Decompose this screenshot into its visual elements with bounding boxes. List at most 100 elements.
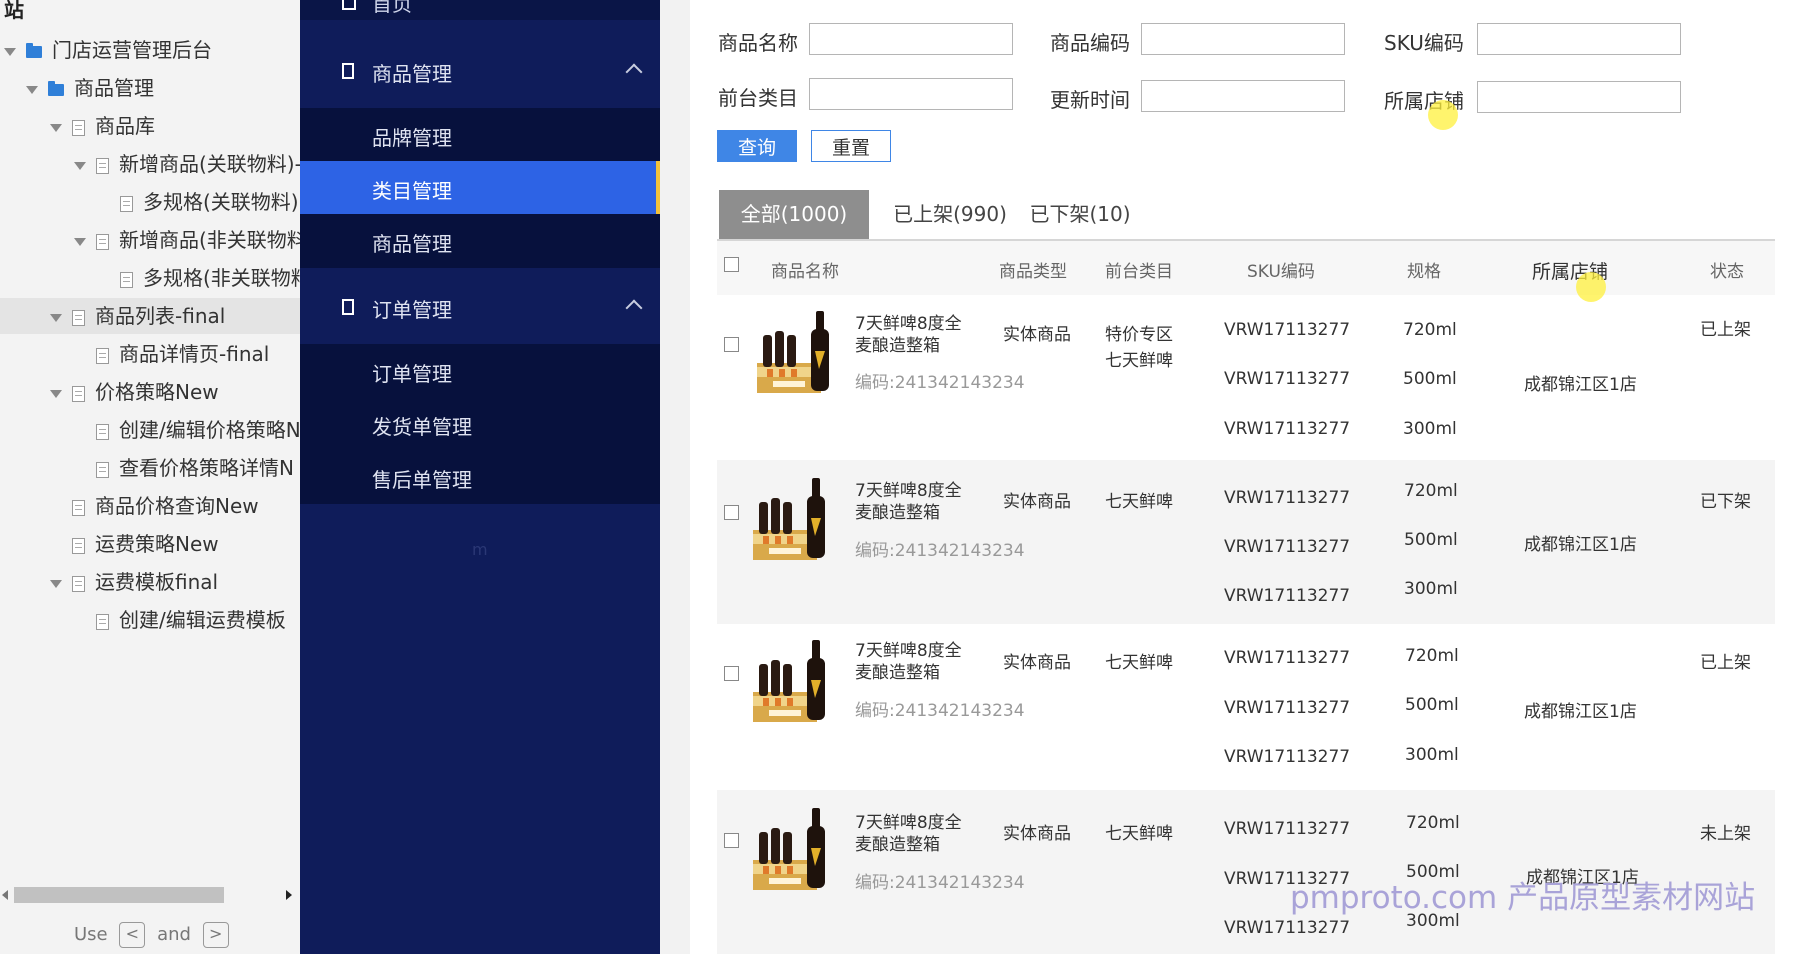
row-checkbox[interactable] — [724, 666, 739, 681]
table-header: 商品名称 商品类型 前台类目 SKU编码 规格 所属店铺 状态 — [717, 241, 1775, 295]
tab-off-shelf[interactable]: 已下架(10) — [1024, 190, 1136, 239]
sku-code-input[interactable] — [1477, 23, 1681, 55]
header-sku: SKU编码 — [1247, 262, 1315, 282]
page-icon — [96, 157, 109, 174]
query-button[interactable]: 查询 — [717, 130, 797, 162]
nav-group-product-mgmt[interactable]: 商品管理 — [300, 38, 660, 102]
product-name-line2: 麦酿造整箱 — [855, 503, 940, 523]
expand-arrow-icon[interactable] — [50, 123, 62, 132]
sku-code: VRW17113277 — [1224, 537, 1351, 557]
tree-node-price-query[interactable]: 商品价格查询New — [50, 488, 259, 524]
tree-node-add-product-unlinked[interactable]: 新增商品(非关联物料 — [74, 222, 300, 258]
tree-node-product-list-final[interactable]: 商品列表-final — [0, 298, 300, 334]
tree-node-freight-template[interactable]: 运费模板final — [50, 564, 218, 600]
nav-item-order-mgmt[interactable]: 订单管理 — [300, 344, 660, 398]
expand-arrow-icon[interactable] — [50, 313, 62, 322]
spec-value: 300ml — [1405, 745, 1459, 765]
expand-arrow-icon[interactable] — [50, 579, 62, 588]
product-code: 编码:241342143234 — [855, 541, 1025, 561]
product-name-input[interactable] — [809, 23, 1013, 55]
nav-item-brand-mgmt[interactable]: 品牌管理 — [300, 108, 660, 162]
page-icon — [96, 423, 109, 440]
tree-node-label: 商品详情页-final — [119, 342, 270, 366]
tree-node-multi-spec-linked[interactable]: 多规格(关联物料) — [98, 184, 299, 220]
page-icon — [120, 271, 133, 288]
tab-all[interactable]: 全部(1000) — [719, 190, 869, 239]
tree-node-label: 运费策略New — [95, 532, 219, 556]
product-name-line2: 麦酿造整箱 — [855, 336, 940, 356]
product-code-input[interactable] — [1141, 23, 1345, 55]
product-type: 实体商品 — [1003, 492, 1071, 512]
nav-group-order-mgmt[interactable]: 订单管理 — [300, 274, 660, 338]
tree-node-product-detail-final[interactable]: 商品详情页-final — [74, 336, 269, 372]
page-icon — [96, 233, 109, 250]
faint-text: m — [472, 540, 488, 559]
category-line1: 七天鲜啤 — [1105, 492, 1173, 512]
expand-arrow-icon[interactable] — [26, 85, 38, 94]
front-category-input[interactable] — [809, 78, 1013, 110]
sku-code: VRW17113277 — [1224, 320, 1351, 340]
side-navigation: 首页 商品管理 品牌管理 类目管理 商品管理 订单管理 订单管理 发货单管理 售… — [300, 0, 660, 954]
nav-item-product-mgmt[interactable]: 商品管理 — [300, 214, 660, 268]
nav-item-home[interactable]: 首页 — [300, 0, 660, 20]
page-icon — [72, 499, 85, 516]
page-icon — [72, 385, 85, 402]
tree-node-price-strategy[interactable]: 价格策略New — [50, 374, 219, 410]
chevron-up-icon[interactable] — [625, 299, 643, 317]
scrollbar-thumb[interactable] — [14, 887, 224, 903]
status-badge: 已下架 — [1700, 492, 1751, 512]
scroll-left-icon[interactable] — [2, 890, 8, 900]
nav-item-label: 订单管理 — [372, 362, 452, 386]
expand-arrow-icon[interactable] — [74, 237, 86, 246]
tree-node-add-product-linked[interactable]: 新增商品(关联物料)- — [74, 146, 300, 182]
nav-item-label: 首页 — [372, 0, 412, 16]
scroll-right-icon[interactable] — [286, 890, 292, 900]
nav-item-aftersale-mgmt[interactable]: 售后单管理 — [300, 450, 660, 504]
spec-value: 720ml — [1405, 646, 1459, 666]
row-checkbox[interactable] — [724, 505, 739, 520]
tree-node-edit-price-strategy[interactable]: 创建/编辑价格策略N — [74, 412, 300, 448]
select-all-checkbox[interactable] — [724, 257, 739, 272]
hint-use: Use — [74, 924, 108, 945]
horizontal-scrollbar[interactable] — [0, 884, 300, 906]
tree-node-product-mgmt[interactable]: 商品管理 — [26, 70, 154, 106]
tree-node-label: 商品库 — [95, 114, 155, 138]
tree-node-freight-strategy[interactable]: 运费策略New — [50, 526, 219, 562]
expand-arrow-icon[interactable] — [4, 47, 16, 56]
table-row: 7天鲜啤8度全 麦酿造整箱 编码:241342143234 实体商品 特价专区 … — [717, 295, 1775, 465]
store-input[interactable] — [1477, 81, 1681, 113]
tree-node-edit-freight-template[interactable]: 创建/编辑运费模板 — [74, 602, 286, 638]
nav-group-label: 商品管理 — [372, 62, 452, 86]
tab-on-shelf[interactable]: 已上架(990) — [888, 190, 1012, 239]
page-icon — [120, 195, 133, 212]
update-time-input[interactable] — [1141, 80, 1345, 112]
page-icon — [72, 575, 85, 592]
category-line1: 七天鲜啤 — [1105, 653, 1173, 673]
product-thumbnail — [753, 640, 825, 722]
key-prev-icon: < — [119, 922, 146, 948]
sku-code: VRW17113277 — [1224, 819, 1351, 839]
chevron-up-icon[interactable] — [625, 63, 643, 81]
nav-item-shipment-mgmt[interactable]: 发货单管理 — [300, 397, 660, 451]
filter-label-update-time: 更新时间 — [1050, 88, 1130, 112]
nav-item-category-mgmt[interactable]: 类目管理 — [300, 161, 660, 215]
spec-value: 720ml — [1406, 813, 1460, 833]
site-label: 站 — [4, 0, 24, 22]
expand-arrow-icon[interactable] — [74, 161, 86, 170]
row-checkbox[interactable] — [724, 337, 739, 352]
row-checkbox[interactable] — [724, 833, 739, 848]
spec-value: 500ml — [1404, 530, 1458, 550]
tree-node-product-library[interactable]: 商品库 — [50, 108, 155, 144]
tree-node-multi-spec-unlinked[interactable]: 多规格(非关联物料 — [98, 260, 300, 296]
product-code: 编码:241342143234 — [855, 701, 1025, 721]
tree-node-store-admin[interactable]: 门店运营管理后台 — [4, 32, 212, 68]
sku-code: VRW17113277 — [1224, 586, 1351, 606]
sku-code: VRW17113277 — [1224, 747, 1351, 767]
product-type: 实体商品 — [1003, 824, 1071, 844]
product-name-line2: 麦酿造整箱 — [855, 663, 940, 683]
tree-node-view-price-strategy[interactable]: 查看价格策略详情N — [74, 450, 294, 486]
filter-label-sku-code: SKU编码 — [1384, 31, 1464, 55]
expand-arrow-icon[interactable] — [50, 389, 62, 398]
header-spec: 规格 — [1407, 262, 1441, 282]
reset-button[interactable]: 重置 — [811, 130, 891, 162]
